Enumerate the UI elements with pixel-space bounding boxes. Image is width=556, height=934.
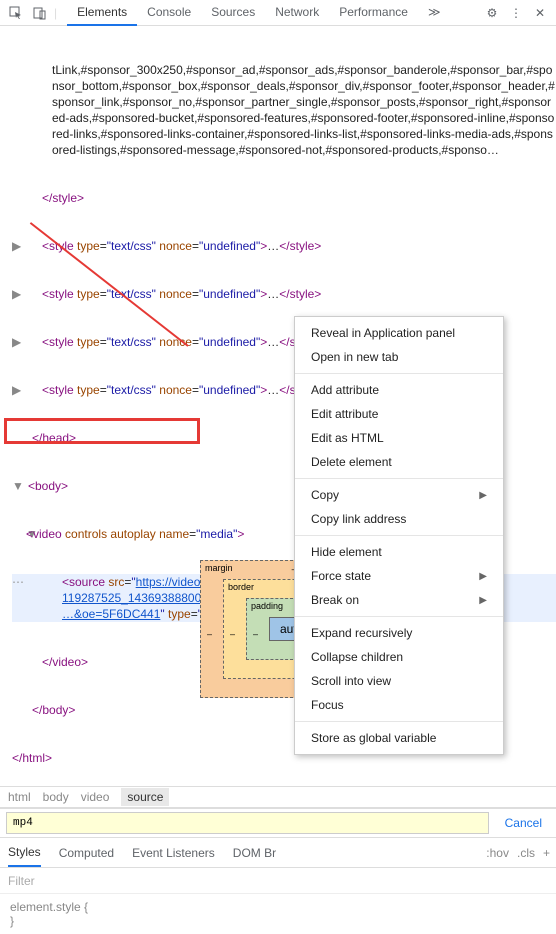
border-label: border (228, 582, 254, 592)
html-close: </html> (12, 751, 52, 765)
context-menu: Reveal in Application panelOpen in new t… (294, 316, 504, 755)
close-icon[interactable]: ✕ (532, 5, 548, 21)
collapse-icon[interactable]: ▼ (12, 478, 22, 494)
subtab-styles[interactable]: Styles (8, 839, 41, 867)
ctx-hide-element[interactable]: Hide element (295, 540, 503, 564)
ctx-edit-attribute[interactable]: Edit attribute (295, 402, 503, 426)
ctx-delete-element[interactable]: Delete element (295, 450, 503, 474)
ctx-break-on[interactable]: Break on▶ (295, 588, 503, 612)
ctx-force-state[interactable]: Force state▶ (295, 564, 503, 588)
add-rule-icon[interactable]: + (543, 846, 550, 860)
expand-icon[interactable]: ▶ (12, 286, 22, 302)
panel-tabs: Elements Console Sources Network Perform… (67, 0, 450, 26)
ctx-copy-link-address[interactable]: Copy link address (295, 507, 503, 531)
crumb-video[interactable]: video (81, 790, 110, 804)
subtab-dom-breakpoints[interactable]: DOM Br (233, 840, 276, 866)
filter-input[interactable]: Filter (8, 874, 35, 888)
cls-toggle[interactable]: .cls (517, 846, 535, 860)
source-url[interactable]: …&oe=5F6DC441 (62, 607, 160, 621)
inspect-icon[interactable] (8, 5, 24, 21)
collapse-icon[interactable]: ▼ (12, 526, 26, 542)
element-style-close: } (10, 914, 546, 928)
crumb-body[interactable]: body (43, 790, 69, 804)
margin-label: margin (205, 563, 233, 573)
breadcrumb: html body video source (0, 786, 556, 808)
tab-network[interactable]: Network (265, 0, 329, 26)
ctx-edit-as-html[interactable]: Edit as HTML (295, 426, 503, 450)
tab-performance[interactable]: Performance (329, 0, 418, 26)
body-close: </body> (32, 703, 75, 717)
hov-toggle[interactable]: :hov (486, 846, 509, 860)
ctx-copy[interactable]: Copy▶ (295, 483, 503, 507)
gear-icon[interactable]: ⚙ (484, 5, 500, 21)
style-close: </style> (42, 191, 84, 205)
expand-icon[interactable]: ▶ (12, 238, 22, 254)
ctx-collapse-children[interactable]: Collapse children (295, 645, 503, 669)
subtab-event-listeners[interactable]: Event Listeners (132, 840, 215, 866)
expand-icon[interactable]: ▶ (12, 334, 22, 350)
head-close: </head> (32, 431, 76, 445)
tab-console[interactable]: Console (137, 0, 201, 26)
filter-row: Filter (0, 868, 556, 894)
ctx-expand-recursively[interactable]: Expand recursively (295, 621, 503, 645)
subtab-computed[interactable]: Computed (59, 840, 114, 866)
ctx-store-as-global-variable[interactable]: Store as global variable (295, 726, 503, 750)
element-style-open: element.style { (10, 900, 546, 914)
crumb-html[interactable]: html (8, 790, 31, 804)
ctx-scroll-into-view[interactable]: Scroll into view (295, 669, 503, 693)
search-bar: Cancel (0, 808, 556, 838)
divider: | (54, 6, 57, 20)
tab-more[interactable]: ≫ (418, 0, 451, 26)
kebab-icon[interactable]: ⋮ (508, 5, 524, 21)
tab-sources[interactable]: Sources (201, 0, 265, 26)
padding-label: padding (251, 601, 283, 611)
text-node: tLink,#sponsor_300x250,#sponsor_ad,#spon… (12, 62, 556, 158)
ctx-open-in-new-tab[interactable]: Open in new tab (295, 345, 503, 369)
tab-elements[interactable]: Elements (67, 0, 137, 26)
ctx-add-attribute[interactable]: Add attribute (295, 378, 503, 402)
crumb-source[interactable]: source (121, 788, 169, 806)
search-input[interactable] (6, 812, 489, 834)
ctx-reveal-in-application-panel[interactable]: Reveal in Application panel (295, 321, 503, 345)
styles-panel: element.style { } (0, 894, 556, 934)
ctx-focus[interactable]: Focus (295, 693, 503, 717)
expand-icon[interactable]: ▶ (12, 382, 22, 398)
devtools-toolbar: | Elements Console Sources Network Perfo… (0, 0, 556, 26)
cancel-button[interactable]: Cancel (497, 816, 550, 830)
selected-dots-icon: ⋯ (12, 574, 24, 590)
video-close: </video> (42, 655, 88, 669)
device-icon[interactable] (32, 5, 48, 21)
styles-tabs: Styles Computed Event Listeners DOM Br :… (0, 838, 556, 868)
